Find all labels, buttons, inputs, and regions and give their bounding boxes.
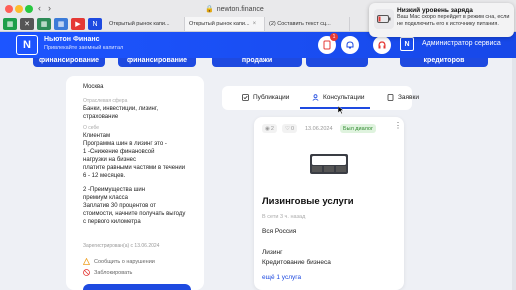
low-battery-notification[interactable]: Низкий уровень заряда Ваш Mac скоро пере… [369,3,514,37]
primary-action-button[interactable] [83,284,191,290]
about-line: Программа шин в лизинг это - [83,141,167,147]
minimize-window-button[interactable] [15,5,23,13]
warning-icon [83,258,90,265]
address-bar[interactable]: 🔒 newton.finance [205,3,315,15]
block-link[interactable]: Заблокировать [83,269,132,276]
bell-icon [346,41,354,49]
tab-consultations[interactable]: Консультации [312,94,365,101]
page-scrollbar[interactable] [512,58,516,290]
listing-card[interactable]: ◉ 2 ♡ 0 13.06.2024 Был диалог ⋮ Лизингов… [254,117,404,290]
notification-count-badge: 1 [330,33,338,41]
more-options-icon[interactable]: ⋮ [394,122,402,130]
requests-button[interactable]: 1 [318,33,338,54]
about-line: 1 -Снижение финановсой [83,149,155,155]
forward-icon[interactable]: › [48,3,51,13]
close-tab-icon[interactable]: × [253,21,257,27]
tab-requests[interactable]: Заявки [387,94,419,101]
about-line: платите равными частями в течении [83,165,186,171]
listing-title: Лизинговые услуги [262,196,354,207]
document-icon [323,40,331,50]
about-line: с первого километра [83,219,141,225]
admin-logo: N [400,37,414,51]
browser-tab-active[interactable]: Открытый рынок капи... × [185,17,265,31]
zoom-window-button[interactable] [25,5,33,13]
checkbox-icon [242,94,249,101]
about-line: 2 -Преимущества шин [83,187,146,193]
listing-category: Лизинг [262,249,283,256]
block-icon [83,269,90,276]
brand-subtitle: Привлекайте заемный капитал [44,45,124,51]
about-line: стоимости, начните получать выгоду [83,211,186,217]
about-line: 6 - 12 месяцев. [83,173,126,179]
profile-card: Москва Отраслевая сфера Банки, инвестици… [66,76,204,290]
document-icon [387,94,394,101]
battery-icon [374,9,394,29]
about-line: Клиентам [83,133,111,139]
category-tile[interactable]: финансирование [33,58,105,67]
browser-tab[interactable]: Открытый рынок капи... [105,17,185,31]
notification-title: Низкий уровень заряда [397,7,473,14]
close-window-button[interactable] [5,5,13,13]
category-tile[interactable] [306,58,368,67]
back-icon[interactable]: ‹ [38,3,41,13]
newton-logo[interactable]: N [16,35,38,55]
sphere-line: Банки, инвестиции, лизинг, [83,106,158,112]
more-services-link[interactable]: ещё 1 услуга [262,274,301,281]
brand-title: Ньютон Финанс [44,36,100,43]
notifications-button[interactable] [341,36,359,54]
sheets-icon[interactable]: ▦ [37,18,51,30]
youtube-icon[interactable]: ▶ [71,18,85,30]
sphere-line: страхование [83,114,119,120]
online-status: В сети 3 ч. назад [262,214,306,220]
category-tile[interactable]: кредиторов [400,58,488,67]
about-line: Заплатив 30 процентов от [83,203,156,209]
address-text: newton.finance [216,5,264,13]
dialog-badge: Был диалог [340,124,376,133]
docs-icon[interactable]: ▦ [54,18,68,30]
browser-tab[interactable]: (2) Составить текст сц... [265,17,350,31]
listing-thumbnail [306,150,352,178]
category-tile[interactable]: продажи [212,58,302,67]
support-button[interactable] [373,36,391,54]
heart-icon: ♡ [285,125,290,132]
listing-category: Кредитование бизнеса [262,259,331,266]
views-count: ◉ 2 [262,124,277,133]
profile-city: Москва [83,84,104,90]
listing-date: 13.06.2024 [305,125,333,132]
tab-publications[interactable]: Публикации [242,94,289,101]
listing-region: Вся Россия [262,228,297,235]
headset-icon [378,41,386,49]
newton-favicon-icon[interactable]: N [88,18,102,30]
category-tile[interactable]: финансирование [118,58,196,67]
lock-icon: 🔒 [205,6,214,13]
mouse-cursor-icon [338,106,344,114]
x-icon[interactable]: ✕ [20,18,34,30]
report-link[interactable]: Сообщить о нарушении [83,258,155,265]
registered-date: Зарегистрирован(а) с 13.06.2024 [83,243,160,249]
spreadsheet-icon[interactable]: ▦ [3,18,17,30]
about-line: нагрузки на бизнес [83,157,137,163]
notification-body: Ваш Mac скоро перейдет в режим сна, если… [397,14,510,27]
about-label: О себе [83,125,100,131]
about-line: премиум класса [83,195,128,201]
user-icon [312,94,319,101]
sphere-label: Отраслевая сфера [83,98,128,104]
likes-count: ♡ 0 [282,124,297,133]
eye-icon: ◉ [265,125,270,132]
admin-label[interactable]: Администратор сервиса [422,40,501,47]
active-tab-underline [300,107,370,109]
